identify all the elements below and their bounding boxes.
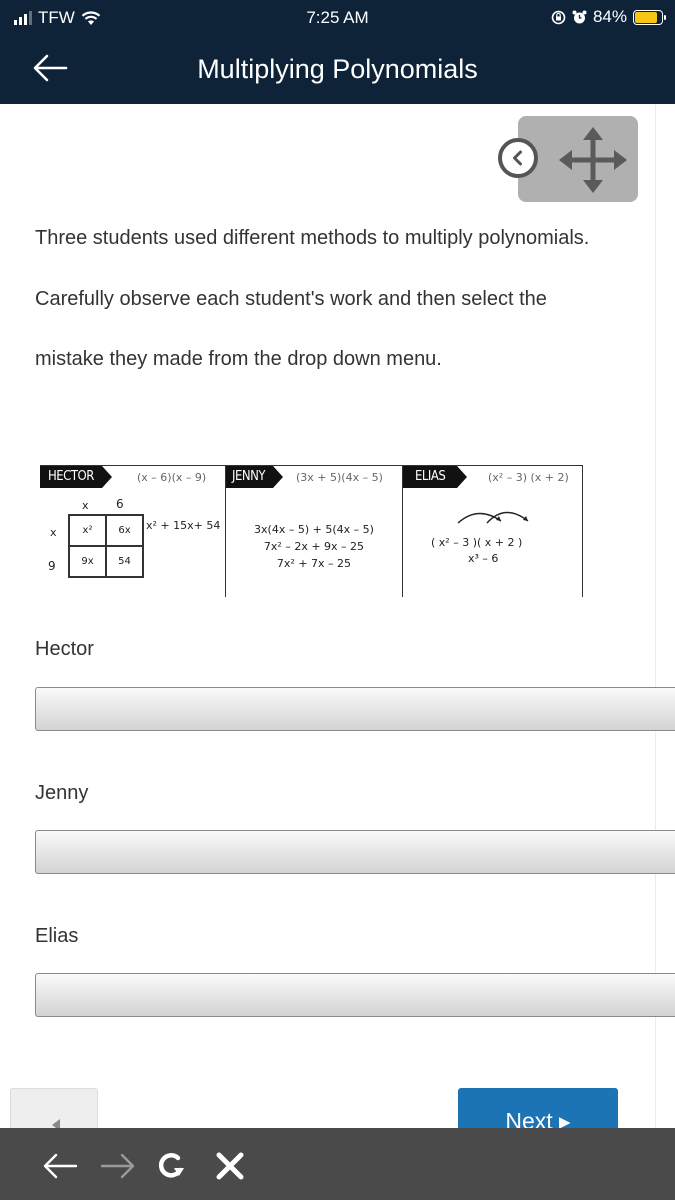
hector-result: x² + 15x+ 54 <box>146 519 221 532</box>
page-title: Multiplying Polynomials <box>197 54 478 84</box>
box-cell: x² <box>69 515 106 546</box>
status-bar: TFW 7:25 AM 84% <box>0 0 675 36</box>
back-arrow-icon[interactable] <box>40 1146 80 1186</box>
close-icon[interactable] <box>210 1146 250 1186</box>
foil-arrows-icon <box>457 511 529 524</box>
move-arrows-icon[interactable] <box>558 126 628 194</box>
question-prompt: Three students used different methods to… <box>35 227 590 370</box>
jenny-step: 7x² – 2x + 9x – 25 <box>263 540 365 553</box>
move-widget[interactable] <box>498 116 638 202</box>
battery-icon <box>633 9 666 25</box>
box-cell: 9x <box>69 546 106 577</box>
reload-icon[interactable] <box>152 1146 192 1186</box>
forward-arrow-icon[interactable] <box>98 1146 138 1186</box>
jenny-dropdown[interactable] <box>35 830 675 874</box>
hector-col-header: x <box>82 499 89 512</box>
app-bar: Multiplying Polynomials <box>0 36 675 104</box>
elias-panel: ELIAS (x² – 3) (x + 2) ( x² – 3 )( x + 2… <box>403 465 583 597</box>
hector-panel: HECTOR (x – 6)(x – 9) x 6 x 9 x² 6x 9x 5… <box>40 465 226 597</box>
jenny-step: 3x(4x – 5) + 5(4x – 5) <box>254 523 374 536</box>
student-work-figure: HECTOR (x – 6)(x – 9) x 6 x 9 x² 6x 9x 5… <box>40 465 585 600</box>
battery-percent: 84% <box>592 7 627 26</box>
hector-dropdown[interactable] <box>35 687 675 731</box>
elias-step: ( x² – 3 )( x + 2 ) <box>431 536 523 549</box>
elias-tag: ELIAS <box>403 466 468 488</box>
jenny-problem: (3x + 5)(4x – 5) <box>296 471 383 484</box>
box-cell: 54 <box>106 546 143 577</box>
jenny-panel: JENNY (3x + 5)(4x – 5) 3x(4x – 5) + 5(4x… <box>226 465 403 597</box>
orientation-lock-icon <box>551 10 566 24</box>
question-label-jenny: Jenny <box>35 782 89 804</box>
elias-step: x³ – 6 <box>468 552 499 565</box>
box-cell: 6x <box>106 515 143 546</box>
hector-tag: HECTOR <box>40 466 112 488</box>
chevron-left-circle-icon[interactable] <box>498 138 538 178</box>
hector-col-header: 6 <box>116 497 124 511</box>
hector-row-header: 9 <box>48 559 56 573</box>
hector-row-header: x <box>50 526 57 539</box>
browser-toolbar <box>0 1128 675 1200</box>
jenny-tag: JENNY <box>226 466 283 488</box>
hector-problem: (x – 6)(x – 9) <box>137 471 207 484</box>
alarm-icon <box>572 10 587 23</box>
question-label-elias: Elias <box>35 925 79 947</box>
elias-dropdown[interactable] <box>35 973 675 1017</box>
elias-problem: (x² – 3) (x + 2) <box>488 471 569 484</box>
question-label-hector: Hector <box>35 638 94 660</box>
hector-box-grid: x² 6x 9x 54 <box>68 514 144 578</box>
jenny-step: 7x² + 7x – 25 <box>276 557 352 570</box>
